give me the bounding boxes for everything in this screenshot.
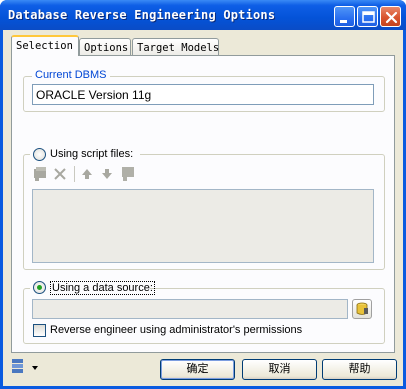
add-files-icon[interactable] <box>33 167 49 181</box>
help-button-label: 帮助 <box>348 363 371 375</box>
delete-icon[interactable] <box>53 167 67 181</box>
ok-button-label: 确定 <box>186 363 209 375</box>
maximize-icon <box>362 11 375 23</box>
radio-selected-dot <box>37 285 42 290</box>
cancel-button-label: 取消 <box>268 363 291 375</box>
data-source-label: Using a data source: <box>50 281 155 295</box>
move-down-icon[interactable] <box>101 168 113 180</box>
admin-permissions-label: Reverse engineer using administrator's p… <box>50 324 303 336</box>
cancel-button[interactable]: 取消 <box>242 359 317 380</box>
dbms-menu-icon[interactable] <box>11 358 41 376</box>
database-icon <box>356 302 368 315</box>
data-source-radio[interactable] <box>33 281 46 294</box>
script-files-radio[interactable] <box>33 148 46 161</box>
tab-selection-label: Selection <box>16 40 73 52</box>
script-files-label: Using script files: <box>50 148 134 160</box>
tab-options[interactable]: Options <box>79 38 131 56</box>
clear-icon[interactable] <box>120 166 136 182</box>
maximize-button[interactable] <box>357 6 378 27</box>
window-title: Database Reverse Engineering Options <box>8 8 276 22</box>
close-icon <box>385 11 398 24</box>
script-files-list[interactable] <box>32 189 374 263</box>
current-dbms-field[interactable]: ORACLE Version 11g <box>32 84 374 105</box>
toolbar-separator <box>74 166 75 182</box>
admin-permissions-checkbox[interactable] <box>33 324 46 337</box>
tab-selection[interactable]: Selection <box>11 35 79 56</box>
minimize-button[interactable] <box>334 6 355 27</box>
minimize-icon <box>340 20 347 23</box>
close-button[interactable] <box>380 6 401 27</box>
dialog-client-area: Selection Options Target Models Current … <box>3 30 403 386</box>
dialog-window: Database Reverse Engineering Options Sel… <box>0 0 406 389</box>
title-bar[interactable]: Database Reverse Engineering Options <box>0 0 406 30</box>
tab-options-label: Options <box>84 42 129 54</box>
move-up-icon[interactable] <box>81 168 93 180</box>
tab-target-models[interactable]: Target Models <box>132 38 219 56</box>
select-data-source-button[interactable] <box>352 299 372 319</box>
current-dbms-value: ORACLE Version 11g <box>36 88 152 102</box>
ok-button[interactable]: 确定 <box>160 359 235 380</box>
tab-target-models-label: Target Models <box>137 42 220 54</box>
selection-tab-panel: Current DBMS ORACLE Version 11g Using sc… <box>11 55 395 353</box>
data-source-field[interactable] <box>32 299 348 319</box>
help-button[interactable]: 帮助 <box>322 359 397 380</box>
current-dbms-legend: Current DBMS <box>32 69 110 81</box>
